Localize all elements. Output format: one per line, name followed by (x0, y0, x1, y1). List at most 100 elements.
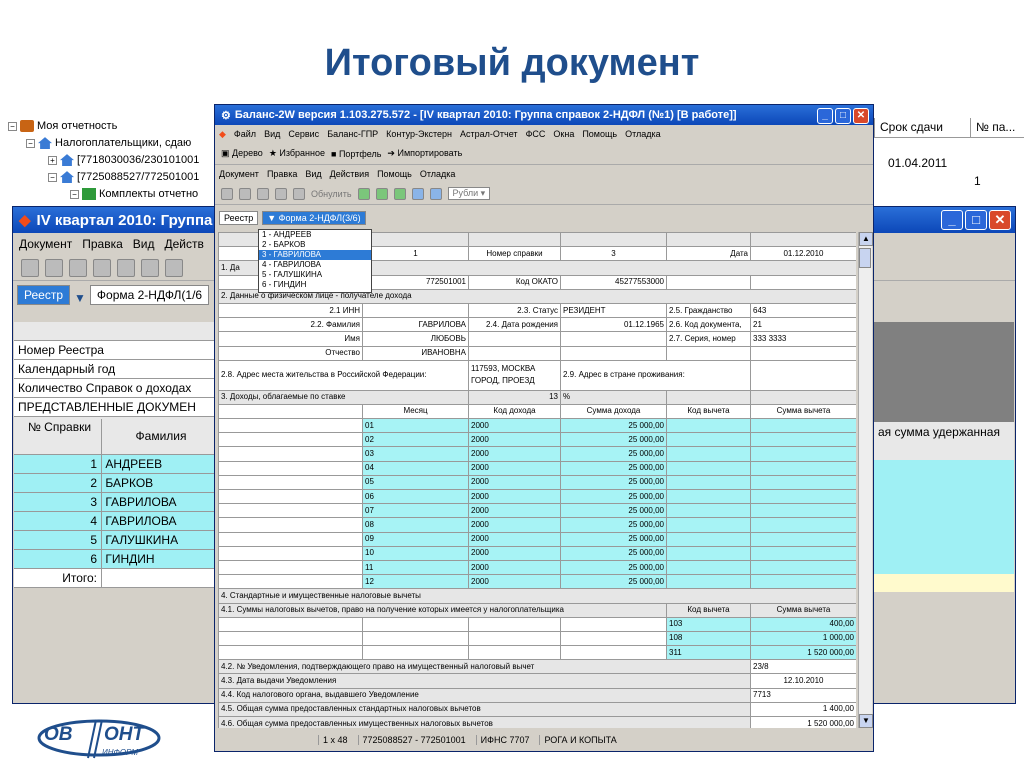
kpp-value[interactable]: 772501001 (362, 274, 469, 290)
copy-icon[interactable] (141, 258, 159, 277)
menu-kontur[interactable]: Контур-Экстерн (386, 129, 452, 139)
property-deductions-total[interactable]: 1 520 000,00 (750, 715, 856, 728)
table-row[interactable]: 1 АНДРЕЕВ (14, 455, 220, 474)
menu-balans-gpr[interactable]: Баланс-ГПР (327, 129, 378, 139)
menu-astral[interactable]: Астрал-Отчет (460, 129, 518, 139)
col-surname[interactable]: Фамилия (102, 419, 220, 454)
deduction-sum-cell[interactable] (750, 432, 856, 448)
deduction-code-cell[interactable] (666, 488, 751, 505)
print-icon[interactable] (45, 258, 63, 277)
income-sum-cell[interactable]: 25 000,00 (560, 517, 667, 533)
tax-office-code[interactable]: 7713 (750, 687, 856, 703)
deduction-code-cell[interactable]: 103 (666, 616, 751, 632)
rate-value[interactable]: 13 (468, 389, 561, 405)
deduction-code-cell[interactable] (666, 531, 751, 547)
deduction-sum-cell[interactable] (750, 418, 856, 434)
tab-form[interactable]: ▼ Форма 2-НДФЛ(3/6) (262, 211, 366, 225)
maximize-button[interactable]: □ (965, 210, 987, 230)
month-cell[interactable]: 09 (362, 531, 469, 547)
tree-row[interactable]: − [7725088527/772501001 (0, 169, 220, 186)
menu-actions[interactable]: Действ (165, 237, 204, 251)
person-dropdown[interactable]: 1 - АНДРЕЕВ 2 - БАРКОВ 3 - ГАВРИЛОВА 4 -… (258, 229, 372, 293)
table-row[interactable]: 4 ГАВРИЛОВА (14, 512, 220, 531)
save-icon[interactable] (221, 187, 233, 200)
menu-debug[interactable]: Отладка (420, 169, 456, 179)
menu-help[interactable]: Помощь (582, 129, 617, 139)
deduction-sum-cell[interactable] (750, 574, 856, 590)
income-code-cell[interactable]: 2000 (468, 488, 561, 505)
income-sum-cell[interactable]: 25 000,00 (560, 531, 667, 547)
table-row[interactable]: 6 ГИНДИН (14, 550, 220, 569)
doccode-value[interactable]: 21 (750, 317, 856, 333)
month-cell[interactable]: 08 (362, 517, 469, 533)
grid-row[interactable]: Количество Справок о доходах (14, 379, 220, 398)
form-scrollbar[interactable]: ▲ ▼ (858, 232, 873, 728)
grid-row[interactable]: ПРЕДСТАВЛЕННЫЕ ДОКУМЕН (14, 398, 220, 417)
table-row[interactable]: 5 ГАЛУШКИНА (14, 531, 220, 550)
deduction-sum-cell[interactable] (750, 545, 856, 561)
deduction-sum-cell[interactable] (750, 531, 856, 547)
month-cell[interactable]: 07 (362, 503, 469, 519)
deduction-sum-cell[interactable]: 400,00 (750, 616, 856, 632)
menu-document[interactable]: Документ (19, 237, 72, 251)
income-code-cell[interactable]: 2000 (468, 574, 561, 590)
tree-row[interactable]: − Моя отчетность (0, 118, 220, 135)
income-sum-cell[interactable]: 25 000,00 (560, 488, 667, 505)
grid-icon[interactable] (357, 187, 370, 200)
deduction-code-cell[interactable] (666, 503, 751, 519)
table-icon[interactable] (429, 187, 442, 200)
patronymic-value[interactable]: ИВАНОВНА (362, 345, 469, 361)
portfolio-button[interactable]: ■ Портфель (331, 149, 381, 159)
dropdown-item[interactable]: 4 - ГАВРИЛОВА (259, 260, 371, 270)
income-sum-cell[interactable]: 25 000,00 (560, 460, 667, 476)
grid-row[interactable]: Календарный год (14, 360, 220, 379)
deduction-code-cell[interactable] (666, 432, 751, 448)
standard-deductions-total[interactable]: 1 400,00 (750, 701, 856, 718)
scroll-up-icon[interactable]: ▲ (859, 232, 873, 246)
collapse-toggle[interactable]: − (48, 172, 57, 182)
deduction-sum-cell[interactable] (750, 559, 856, 576)
income-code-cell[interactable]: 2000 (468, 503, 561, 519)
minimize-button[interactable]: _ (817, 108, 833, 124)
series-value[interactable]: 333 3333 (750, 331, 856, 347)
month-cell[interactable]: 10 (362, 545, 469, 561)
income-code-cell[interactable]: 2000 (468, 531, 561, 547)
tree-row[interactable]: − Налогоплательщики, сдаю (0, 135, 220, 152)
funnel-icon[interactable]: ▼ (74, 291, 86, 305)
month-cell[interactable]: 01 (362, 418, 469, 434)
import-button[interactable]: ➔ Импортировать (387, 148, 462, 159)
deduction-sum-cell[interactable] (750, 503, 856, 519)
income-sum-cell[interactable]: 25 000,00 (560, 446, 667, 462)
address-abroad-value[interactable] (750, 359, 856, 391)
income-sum-cell[interactable]: 25 000,00 (560, 418, 667, 434)
deduction-code-cell[interactable] (666, 446, 751, 462)
year-value[interactable]: 1 (362, 246, 469, 262)
income-code-cell[interactable]: 2000 (468, 432, 561, 448)
dropdown-item[interactable]: 1 - АНДРЕЕВ (259, 230, 371, 240)
deduction-sum-cell[interactable]: 1 520 000,00 (750, 645, 856, 661)
col-number[interactable]: № па... (970, 118, 1024, 137)
collapse-toggle[interactable]: − (70, 189, 79, 199)
income-sum-cell[interactable]: 25 000,00 (560, 474, 667, 491)
tree-row[interactable]: − Комплекты отчетно (0, 186, 220, 203)
copy-icon[interactable] (293, 187, 305, 200)
deduction-code-cell[interactable]: 311 (666, 645, 751, 661)
deduction-code-cell[interactable]: 108 (666, 630, 751, 647)
notice-number[interactable]: 23/8 (750, 659, 856, 675)
deduction-sum-cell[interactable] (750, 446, 856, 462)
grid-icon[interactable] (393, 187, 406, 200)
search-icon[interactable] (275, 187, 287, 200)
income-code-cell[interactable]: 2000 (468, 545, 561, 561)
find-icon[interactable] (117, 258, 135, 277)
income-code-cell[interactable]: 2000 (468, 418, 561, 434)
menu-service[interactable]: Сервис (288, 129, 319, 139)
name-value[interactable]: ЛЮБОВЬ (362, 331, 469, 347)
income-sum-cell[interactable]: 25 000,00 (560, 574, 667, 590)
minimize-button[interactable]: _ (941, 210, 963, 230)
collapse-toggle[interactable]: − (26, 138, 35, 148)
tab-registry[interactable]: Реестр (219, 211, 259, 225)
search-icon[interactable] (93, 258, 111, 277)
income-code-cell[interactable]: 2000 (468, 559, 561, 576)
maximize-button[interactable]: □ (835, 108, 851, 124)
collapse-toggle[interactable]: − (8, 121, 17, 131)
